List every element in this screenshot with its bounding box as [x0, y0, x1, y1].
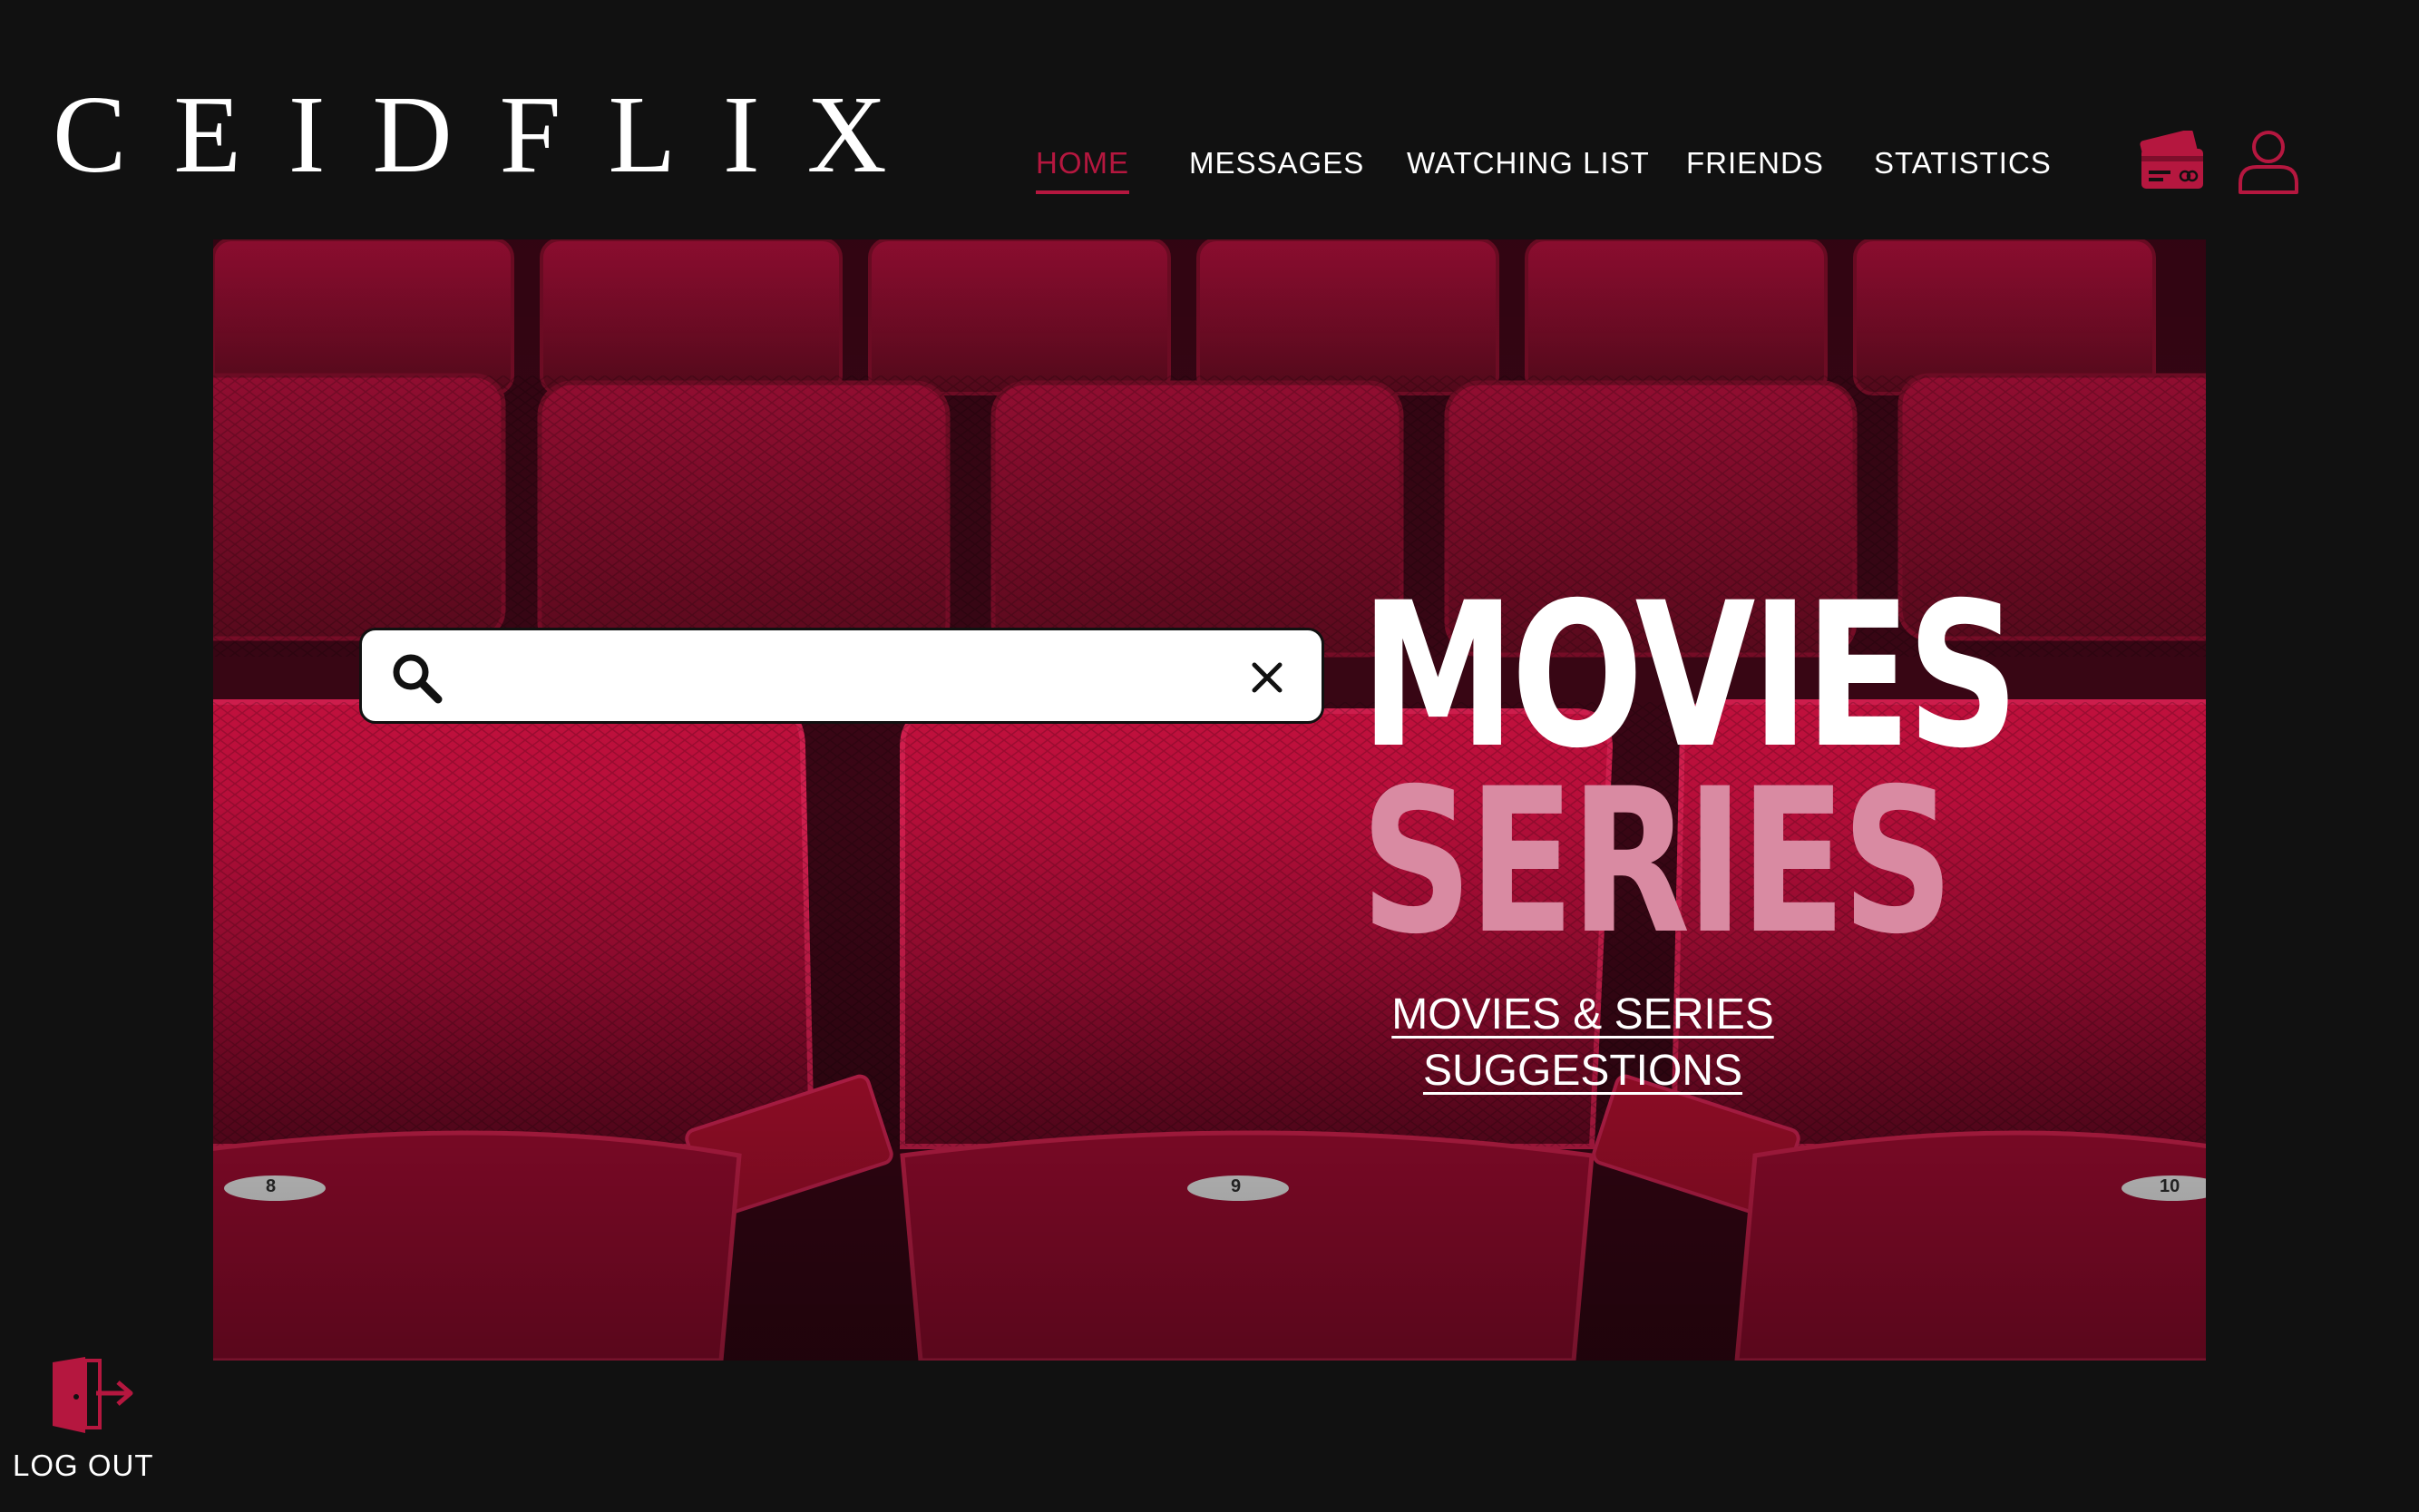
- headline-movies: MOVIES: [1361, 560, 2019, 792]
- nav-messages[interactable]: MESSAGES: [1189, 145, 1364, 181]
- suggestions-link-line-1: MOVIES & SERIES: [1391, 990, 1774, 1039]
- search-icon: [393, 654, 443, 704]
- nav-statistics-label: STATISTICS: [1874, 146, 2052, 180]
- logout-label: LOG OUT: [13, 1449, 154, 1482]
- headline-series: SERIES: [1361, 746, 1954, 978]
- search-bar[interactable]: [359, 628, 1324, 724]
- logout-button[interactable]: LOG OUT: [13, 1357, 158, 1484]
- user-icon[interactable]: [2237, 129, 2300, 196]
- search-input[interactable]: [462, 649, 1191, 708]
- nav-messages-label: MESSAGES: [1189, 146, 1365, 180]
- nav-home-label: HOME: [1036, 146, 1129, 180]
- nav-watching-list-label: WATCHING LIST: [1407, 146, 1650, 180]
- nav-watching-list[interactable]: WATCHING LIST: [1407, 145, 1650, 181]
- close-icon[interactable]: [1247, 658, 1287, 697]
- credit-card-icon[interactable]: [2138, 131, 2207, 192]
- nav-home[interactable]: HOME: [1036, 145, 1129, 194]
- seat-number-8: 8: [266, 1176, 277, 1196]
- suggestions-link-line-2: SUGGESTIONS: [1422, 1047, 1743, 1095]
- brand-logo[interactable]: CEIDFLIX: [53, 80, 934, 190]
- nav-statistics[interactable]: STATISTICS: [1874, 145, 2052, 181]
- suggestions-link[interactable]: MOVIES & SERIES SUGGESTIONS: [1351, 987, 1814, 1099]
- nav-friends-label: FRIENDS: [1686, 146, 1824, 180]
- nav-friends[interactable]: FRIENDS: [1686, 145, 1824, 181]
- active-underline: [1036, 190, 1129, 194]
- seat-number-9: 9: [1231, 1176, 1242, 1196]
- seat-number-10: 10: [2160, 1176, 2180, 1196]
- logout-door-icon: [53, 1357, 133, 1433]
